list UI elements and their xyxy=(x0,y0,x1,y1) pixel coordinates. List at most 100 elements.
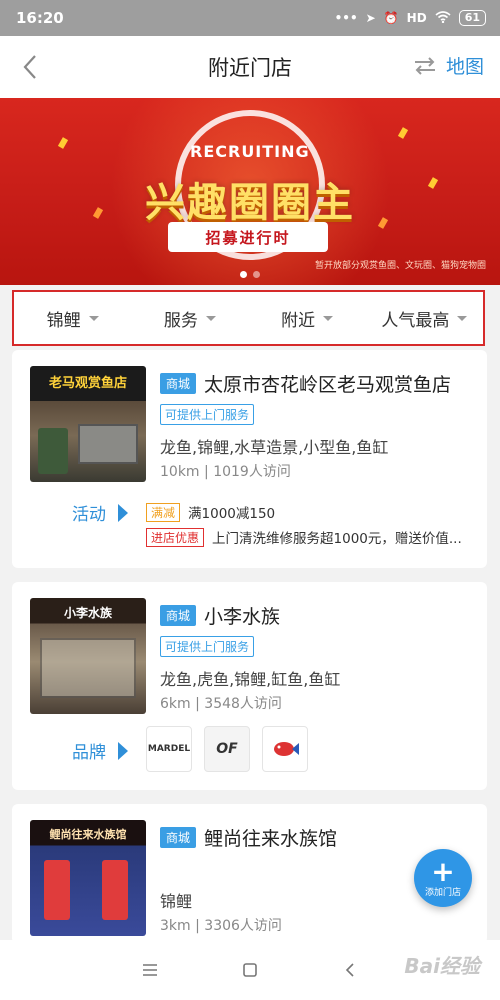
store-distance: 6km xyxy=(160,696,191,712)
promo-text: 满1000减150 xyxy=(188,506,276,522)
square-icon xyxy=(243,963,257,977)
meta-divider: | xyxy=(204,464,214,480)
promo-banner[interactable]: RECRUITING 兴趣圈圈主 招募进行时 暂开放部分观赏鱼圈、文玩圈、猫狗宠… xyxy=(0,98,500,285)
activity-label: 活动 xyxy=(72,505,106,525)
store-meta: 3km | 3306人访问 xyxy=(160,915,282,935)
add-store-label: 添加门店 xyxy=(424,887,461,898)
location-icon: ➤ xyxy=(365,11,376,25)
filter-category[interactable]: 锦鲤 xyxy=(14,306,131,331)
mall-tag: 商城 xyxy=(160,373,197,394)
filter-distance[interactable]: 附近 xyxy=(249,306,366,331)
promo-row: 进店优惠 上门清洗维修服务超1000元，赠送价值... xyxy=(146,527,462,547)
mall-tag: 商城 xyxy=(160,827,197,848)
caret-down-icon xyxy=(457,315,468,321)
store-visits: 3548人访问 xyxy=(204,696,282,712)
brand-logo-text: MARDEL xyxy=(147,744,191,754)
store-name[interactable]: 小李水族 xyxy=(204,602,280,629)
thumb-sign-text: 老马观赏鱼店 xyxy=(48,376,127,391)
confetti-decoration xyxy=(57,137,69,149)
store-card[interactable]: 小李水族 商城 小李水族 可提供上门服务 龙鱼,虎鱼,锦鲤,缸鱼,鱼缸 6km … xyxy=(12,582,487,790)
filter-sort[interactable]: 人气最高 xyxy=(366,306,483,331)
filter-bar: 锦鲤 服务 附近 人气最高 xyxy=(12,290,485,346)
menu-icon xyxy=(143,964,157,976)
nav-back-button[interactable] xyxy=(335,955,365,985)
store-categories: 龙鱼,锦鲤,水草造景,小型鱼,鱼缸 xyxy=(160,438,389,457)
store-card[interactable]: 老马观赏鱼店 商城 太原市杏花岭区老马观赏鱼店 可提供上门服务 龙鱼,锦鲤,水草… xyxy=(12,350,487,568)
chevron-left-icon xyxy=(23,55,36,79)
store-thumbnail[interactable]: 老马观赏鱼店 xyxy=(30,366,146,482)
brand-logo-of[interactable]: OF xyxy=(204,726,250,772)
confetti-decoration xyxy=(427,177,439,189)
thumb-plant xyxy=(38,428,68,474)
brand-logo-text: OF xyxy=(216,741,238,757)
store-visits: 1019人访问 xyxy=(213,464,291,480)
home-button[interactable] xyxy=(235,955,265,985)
banner-recruiting-text: RECRUITING xyxy=(190,142,310,161)
brand-label: 品牌 xyxy=(72,743,106,763)
brand-logo-mardel[interactable]: MARDEL xyxy=(146,726,192,772)
fish-logo-icon xyxy=(274,742,299,756)
caret-down-icon xyxy=(323,315,334,321)
thumb-poster xyxy=(44,860,70,920)
store-name-row: 商城 鲤尚往来水族馆 xyxy=(160,824,337,851)
more-dots-icon: ••• xyxy=(334,11,358,25)
status-bar: 16:20 ••• ➤ ⏰ HD 61 xyxy=(0,0,500,36)
store-meta: 6km | 3548人访问 xyxy=(160,693,282,713)
signal-icon: HD xyxy=(406,11,427,25)
caret-down-icon xyxy=(205,315,216,321)
banner-headline: 兴趣圈圈主 xyxy=(145,180,355,226)
store-name-row: 商城 太原市杏花岭区老马观赏鱼店 xyxy=(160,370,451,397)
status-time: 16:20 xyxy=(16,9,64,27)
alarm-icon: ⏰ xyxy=(383,11,399,25)
filter-label: 人气最高 xyxy=(381,310,450,331)
switch-icon xyxy=(414,56,435,75)
activity-toggle[interactable]: 活动 xyxy=(72,500,128,525)
confetti-decoration xyxy=(397,127,409,139)
top-nav-bar: 附近门店 地图 xyxy=(0,36,500,98)
caret-down-icon xyxy=(88,315,99,321)
store-thumbnail[interactable]: 鲤尚往来水族馆 xyxy=(30,820,146,936)
store-categories: 锦鲤 xyxy=(160,892,193,911)
brand-logo-fish[interactable] xyxy=(262,726,308,772)
store-name-row: 商城 小李水族 xyxy=(160,602,280,629)
triangle-right-icon xyxy=(118,741,128,760)
store-distance: 3km xyxy=(160,918,191,934)
menu-button[interactable] xyxy=(135,955,165,985)
store-thumbnail[interactable]: 小李水族 xyxy=(30,598,146,714)
discount-tag: 满减 xyxy=(146,502,181,522)
plus-icon: + xyxy=(431,854,455,888)
chevron-left-icon xyxy=(345,963,354,977)
confetti-decoration xyxy=(92,207,104,219)
filter-label: 锦鲤 xyxy=(46,310,81,331)
promo-row: 满减 满1000减150 xyxy=(146,502,275,522)
filter-service[interactable]: 服务 xyxy=(131,306,248,331)
map-button[interactable]: 地图 xyxy=(412,52,484,79)
thumb-sign-text: 鲤尚往来水族馆 xyxy=(49,828,127,841)
watermark: Bai经验 xyxy=(404,954,480,978)
store-offer-tag: 进店优惠 xyxy=(146,527,205,547)
battery-icon: 61 xyxy=(458,10,486,26)
add-store-button[interactable]: + 添加门店 xyxy=(414,849,472,907)
store-meta: 10km | 1019人访问 xyxy=(160,461,291,481)
promo-text: 上门清洗维修服务超1000元，赠送价值... xyxy=(212,531,462,547)
meta-divider: | xyxy=(195,696,205,712)
pager-dot-active[interactable] xyxy=(240,271,247,278)
banner-note: 暂开放部分观赏鱼圈、文玩圈、猫狗宠物圈 xyxy=(314,261,486,271)
page-title: 附近门店 xyxy=(208,56,292,80)
map-label: 地图 xyxy=(445,56,484,78)
store-name[interactable]: 鲤尚往来水族馆 xyxy=(204,824,337,851)
brand-toggle[interactable]: 品牌 xyxy=(72,738,128,763)
store-name[interactable]: 太原市杏花岭区老马观赏鱼店 xyxy=(204,370,451,397)
thumb-window xyxy=(40,638,136,698)
store-distance: 10km xyxy=(160,464,200,480)
service-tag: 可提供上门服务 xyxy=(160,404,255,425)
filter-label: 服务 xyxy=(163,310,198,331)
triangle-right-icon xyxy=(118,503,128,522)
filter-label: 附近 xyxy=(281,310,316,331)
mall-tag: 商城 xyxy=(160,605,197,626)
service-tag: 可提供上门服务 xyxy=(160,636,255,657)
back-button[interactable] xyxy=(14,50,46,84)
pager-dot[interactable] xyxy=(253,271,260,278)
thumb-sign-text: 小李水族 xyxy=(63,606,112,620)
banner-pager xyxy=(0,271,500,278)
